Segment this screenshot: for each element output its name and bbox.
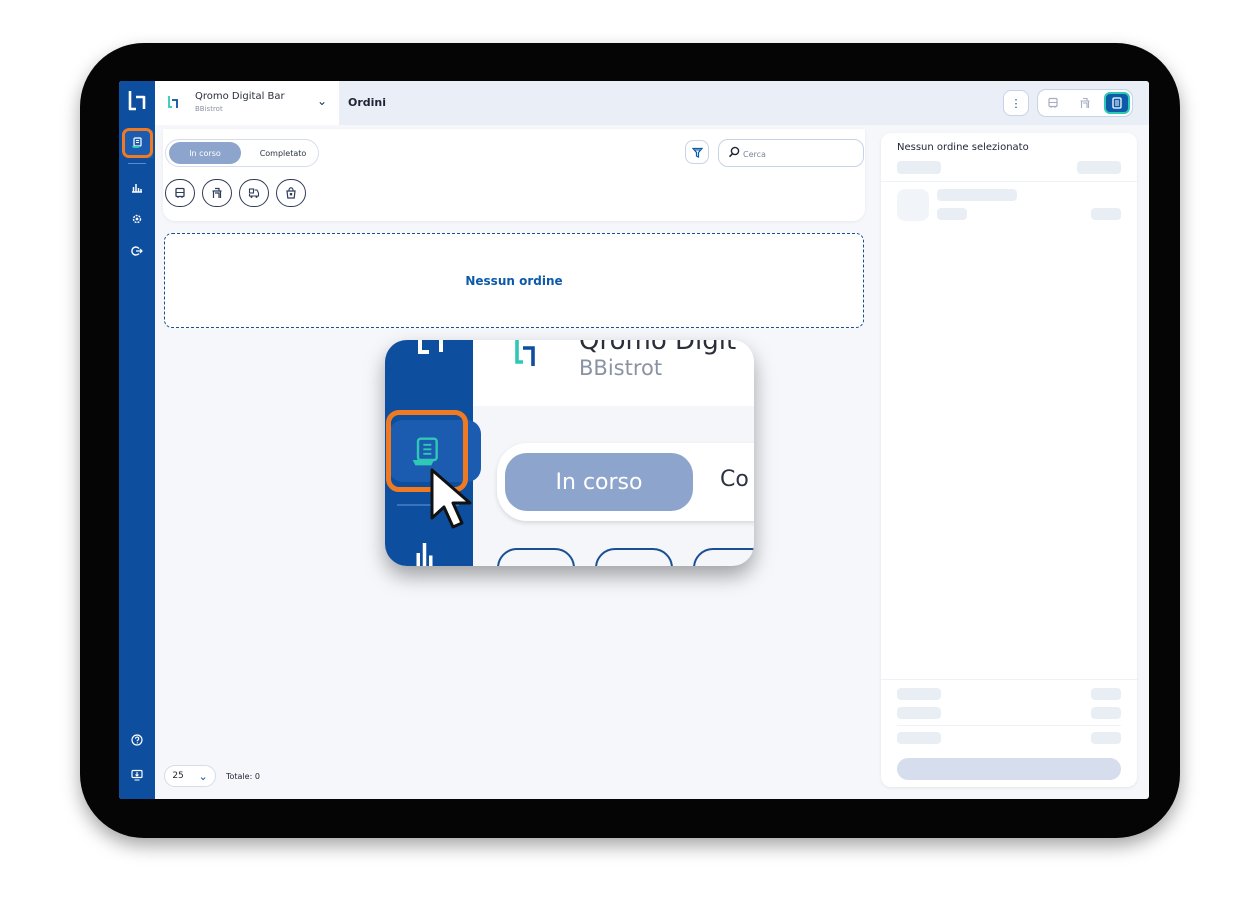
zoom-filter-chip (497, 548, 575, 566)
skeleton-line (1091, 732, 1121, 744)
total-count: Totale: 0 (226, 771, 260, 781)
view-list-button[interactable] (1104, 92, 1130, 114)
tab-completed[interactable]: Completato (248, 142, 318, 164)
venue-logo-icon (168, 96, 178, 108)
skeleton-line (1077, 161, 1121, 174)
list-icon (1112, 97, 1122, 109)
view-counter-button[interactable] (1072, 92, 1098, 114)
status-segmented-control: In corso Completato (165, 139, 319, 167)
skeleton-line (1091, 208, 1121, 220)
order-detail-panel: Nessun ordine selezionato (881, 133, 1137, 787)
top-bar: Qromo Digital Bar BBistrot ⌄ Ordini ⋮ (155, 81, 1149, 125)
filter-table-button[interactable] (165, 179, 195, 207)
counter-icon (1080, 97, 1090, 108)
search-input[interactable] (743, 147, 853, 161)
view-switcher: ⋮ (1003, 89, 1133, 117)
sidebar-item-monitor[interactable] (125, 763, 149, 787)
divider (881, 181, 1137, 182)
venue-name: Qromo Digital Bar (195, 91, 285, 102)
logout-icon (131, 246, 143, 256)
stats-icon (416, 543, 433, 566)
zoom-tab-completed: Co (720, 467, 749, 492)
zoom-header: Qromo Digit BBistrot (473, 340, 754, 406)
view-mode-group (1037, 89, 1133, 117)
filter-takeaway-button[interactable] (276, 179, 306, 207)
filter-panel: In corso Completato (163, 129, 865, 221)
sidebar-item-help[interactable] (125, 728, 149, 752)
sidebar-item-settings[interactable] (125, 207, 149, 231)
order-type-filters (165, 179, 306, 207)
sidebar-separator (128, 163, 146, 164)
more-options-button[interactable]: ⋮ (1003, 90, 1029, 116)
skeleton-line (897, 161, 941, 174)
sidebar-item-stats[interactable] (125, 175, 149, 199)
chevron-down-icon: ⌄ (317, 94, 328, 108)
settings-icon (132, 214, 142, 224)
qromo-logo-icon[interactable] (127, 89, 147, 111)
filter-delivery-button[interactable] (239, 179, 269, 207)
skeleton-line (1091, 688, 1121, 700)
help-icon (131, 734, 143, 746)
mouse-cursor-icon (430, 468, 472, 529)
tab-in-progress[interactable]: In corso (169, 142, 241, 164)
monitor-icon (131, 769, 143, 781)
filter-counter-button[interactable] (202, 179, 232, 207)
chevron-down-icon: ⌄ (198, 769, 208, 783)
zoom-callout: Qromo Digit BBistrot In corso Co (385, 340, 754, 566)
filter-button[interactable] (685, 140, 709, 164)
detail-title: Nessun ordine selezionato (897, 142, 1029, 153)
venue-subtitle: BBistrot (195, 105, 223, 113)
sidebar-item-logout[interactable] (125, 239, 149, 263)
table-icon (1048, 97, 1058, 108)
table-icon (175, 187, 185, 198)
zoom-status-segmented-control: In corso Co (497, 443, 754, 521)
divider (897, 725, 1121, 726)
skeleton-avatar (897, 189, 929, 221)
skeleton-line (937, 208, 967, 220)
venue-logo-icon (515, 340, 535, 366)
zoom-venue-name: Qromo Digit (579, 340, 737, 356)
page-size-value: 25 (172, 771, 184, 781)
skeleton-line (937, 189, 1017, 201)
funnel-icon (691, 147, 703, 158)
venue-selector[interactable]: Qromo Digital Bar BBistrot ⌄ (155, 81, 339, 125)
zoom-tab-in-progress: In corso (505, 453, 693, 511)
skeleton-line (897, 688, 941, 700)
sidebar-item-orders[interactable] (125, 131, 149, 155)
zoom-sidebar-rail (385, 340, 481, 566)
empty-orders-message: Nessun ordine (465, 273, 563, 288)
detail-action-button[interactable] (897, 758, 1121, 780)
zoom-filter-chip (595, 548, 673, 566)
counter-icon (212, 187, 222, 198)
zoom-filter-chip (693, 548, 754, 566)
zoom-venue-subtitle: BBistrot (579, 356, 663, 380)
kebab-icon: ⋮ (1010, 96, 1022, 110)
pagination: 25 ⌄ Totale: 0 (164, 765, 260, 787)
qromo-logo-icon (418, 340, 443, 354)
skeleton-line (897, 732, 941, 744)
search-box (718, 139, 864, 167)
search-icon (728, 146, 740, 158)
page-size-select[interactable]: 25 ⌄ (164, 765, 216, 787)
skeleton-line (897, 707, 941, 719)
delivery-icon (248, 188, 260, 198)
sidebar-rail (119, 81, 155, 799)
empty-orders-placeholder: Nessun ordine (164, 233, 864, 328)
orders-icon (132, 137, 142, 148)
orders-icon (412, 437, 438, 466)
view-table-button[interactable] (1040, 92, 1066, 114)
takeaway-icon (286, 187, 296, 199)
stats-icon (132, 184, 142, 193)
skeleton-line (1091, 707, 1121, 719)
divider (881, 679, 1137, 680)
page-title: Ordini (348, 96, 387, 109)
